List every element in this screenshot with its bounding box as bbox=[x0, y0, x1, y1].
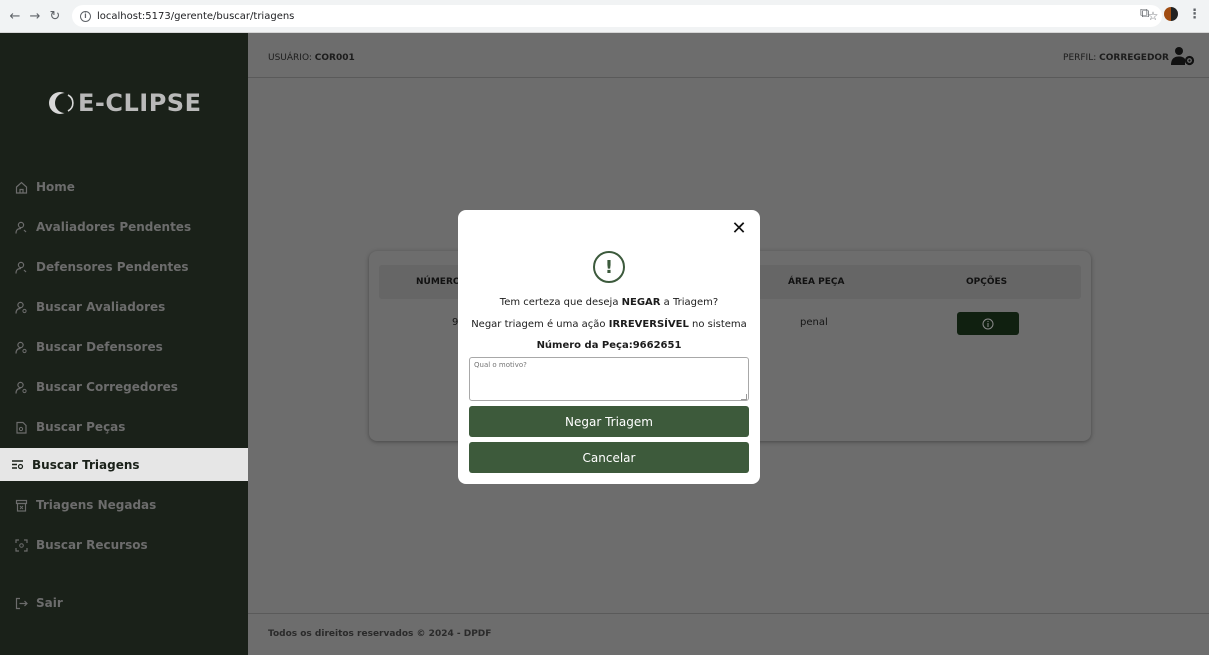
top-bar: USUÁRIO: COR001 PERFIL: CORREGEDOR bbox=[248, 33, 1209, 78]
sidebar-item-buscar-defensores[interactable]: Buscar Defensores bbox=[0, 330, 248, 364]
sidebar-item-label: Triagens Negadas bbox=[36, 498, 157, 512]
document-search-icon bbox=[14, 420, 28, 434]
column-header-area: ÁREA PEÇA bbox=[788, 277, 845, 287]
footer: Todos os direitos reservados © 2024 - DP… bbox=[248, 613, 1209, 655]
perfil-label: PERFIL: CORREGEDOR bbox=[1063, 53, 1169, 63]
sidebar-item-buscar-avaliadores[interactable]: Buscar Avaliadores bbox=[0, 290, 248, 324]
sidebar-item-label: Buscar Recursos bbox=[36, 538, 148, 552]
list-search-icon bbox=[10, 458, 24, 472]
row-info-button[interactable] bbox=[957, 312, 1019, 335]
sidebar-item-buscar-corregedores[interactable]: Buscar Corregedores bbox=[0, 370, 248, 404]
address-bar[interactable]: i localhost:5173/gerente/buscar/triagens… bbox=[72, 5, 1162, 27]
sidebar-item-buscar-recursos[interactable]: Buscar Recursos bbox=[0, 528, 248, 562]
sidebar-item-sair[interactable]: Sair bbox=[0, 586, 248, 620]
user-search-icon bbox=[14, 300, 28, 314]
logo: E-CLIPSE bbox=[46, 88, 201, 118]
perfil-value: CORREGEDOR bbox=[1099, 53, 1169, 63]
sidebar-item-avaliadores-pendentes[interactable]: Avaliadores Pendentes bbox=[0, 210, 248, 244]
user-label: USUÁRIO: COR001 bbox=[268, 53, 355, 63]
archive-x-icon bbox=[14, 498, 28, 512]
sidebar-item-home[interactable]: Home bbox=[0, 170, 248, 204]
url-text: localhost:5173/gerente/buscar/triagens bbox=[97, 10, 295, 22]
site-info-icon[interactable]: i bbox=[80, 10, 91, 22]
logo-text: E-CLIPSE bbox=[78, 89, 202, 117]
warning-icon: ! bbox=[593, 251, 625, 283]
home-icon bbox=[14, 180, 28, 194]
info-circle-icon bbox=[982, 318, 994, 329]
cancel-button[interactable]: Cancelar bbox=[469, 442, 749, 473]
back-icon[interactable]: ← bbox=[4, 5, 26, 27]
sidebar: E-CLIPSE Home Avaliadores Pendentes Defe… bbox=[0, 33, 248, 655]
cell-area: penal bbox=[800, 317, 828, 328]
user-pending-icon bbox=[14, 260, 28, 274]
confirm-question: Tem certeza que deseja NEGAR a Triagem? bbox=[499, 297, 719, 308]
sidebar-item-buscar-triagens[interactable]: Buscar Triagens bbox=[0, 448, 248, 481]
close-icon[interactable]: ✕ bbox=[730, 220, 748, 238]
deny-triage-modal: ✕ ! Tem certeza que deseja NEGAR a Triag… bbox=[458, 210, 760, 484]
sidebar-item-label: Buscar Triagens bbox=[32, 457, 140, 472]
browser-menu-icon[interactable]: ⋮ bbox=[1188, 7, 1201, 22]
textarea-resize-handle[interactable] bbox=[741, 394, 747, 400]
piece-number: Número da Peça:9662651 bbox=[536, 340, 682, 351]
user-value: COR001 bbox=[314, 53, 355, 63]
logout-icon bbox=[14, 596, 28, 610]
column-header-opcoes: OPÇÕES bbox=[966, 277, 1008, 287]
sidebar-item-defensores-pendentes[interactable]: Defensores Pendentes bbox=[0, 250, 248, 284]
browser-toolbar: ← → ↻ i localhost:5173/gerente/buscar/tr… bbox=[0, 0, 1209, 33]
motivo-textarea[interactable] bbox=[469, 357, 749, 401]
user-settings-icon[interactable] bbox=[1171, 46, 1195, 66]
profile-avatar-icon[interactable] bbox=[1164, 7, 1178, 21]
eclipse-logo-icon bbox=[49, 92, 75, 114]
sidebar-item-buscar-pecas[interactable]: Buscar Peças bbox=[0, 410, 248, 444]
irreversible-warning: Negar triagem é uma ação IRREVERSÍVEL no… bbox=[471, 319, 747, 330]
sidebar-item-label: Defensores Pendentes bbox=[36, 260, 189, 274]
sidebar-item-label: Buscar Avaliadores bbox=[36, 300, 166, 314]
sidebar-item-label: Buscar Peças bbox=[36, 420, 126, 434]
scan-search-icon bbox=[14, 538, 28, 552]
column-header-numero: NÚMERO bbox=[416, 277, 461, 287]
extensions-icon[interactable]: ⧉ bbox=[1140, 6, 1154, 22]
sidebar-item-label: Home bbox=[36, 180, 75, 194]
sidebar-item-label: Buscar Corregedores bbox=[36, 380, 178, 394]
deny-triage-button[interactable]: Negar Triagem bbox=[469, 406, 749, 437]
sidebar-item-triagens-negadas[interactable]: Triagens Negadas bbox=[0, 488, 248, 522]
sidebar-item-label: Sair bbox=[36, 596, 63, 610]
forward-icon[interactable]: → bbox=[24, 5, 46, 27]
reload-icon[interactable]: ↻ bbox=[44, 5, 66, 27]
user-search-icon bbox=[14, 340, 28, 354]
user-search-icon bbox=[14, 380, 28, 394]
sidebar-item-label: Buscar Defensores bbox=[36, 340, 163, 354]
sidebar-item-label: Avaliadores Pendentes bbox=[36, 220, 192, 234]
footer-text: Todos os direitos reservados © 2024 - DP… bbox=[268, 629, 492, 639]
user-pending-icon bbox=[14, 220, 28, 234]
